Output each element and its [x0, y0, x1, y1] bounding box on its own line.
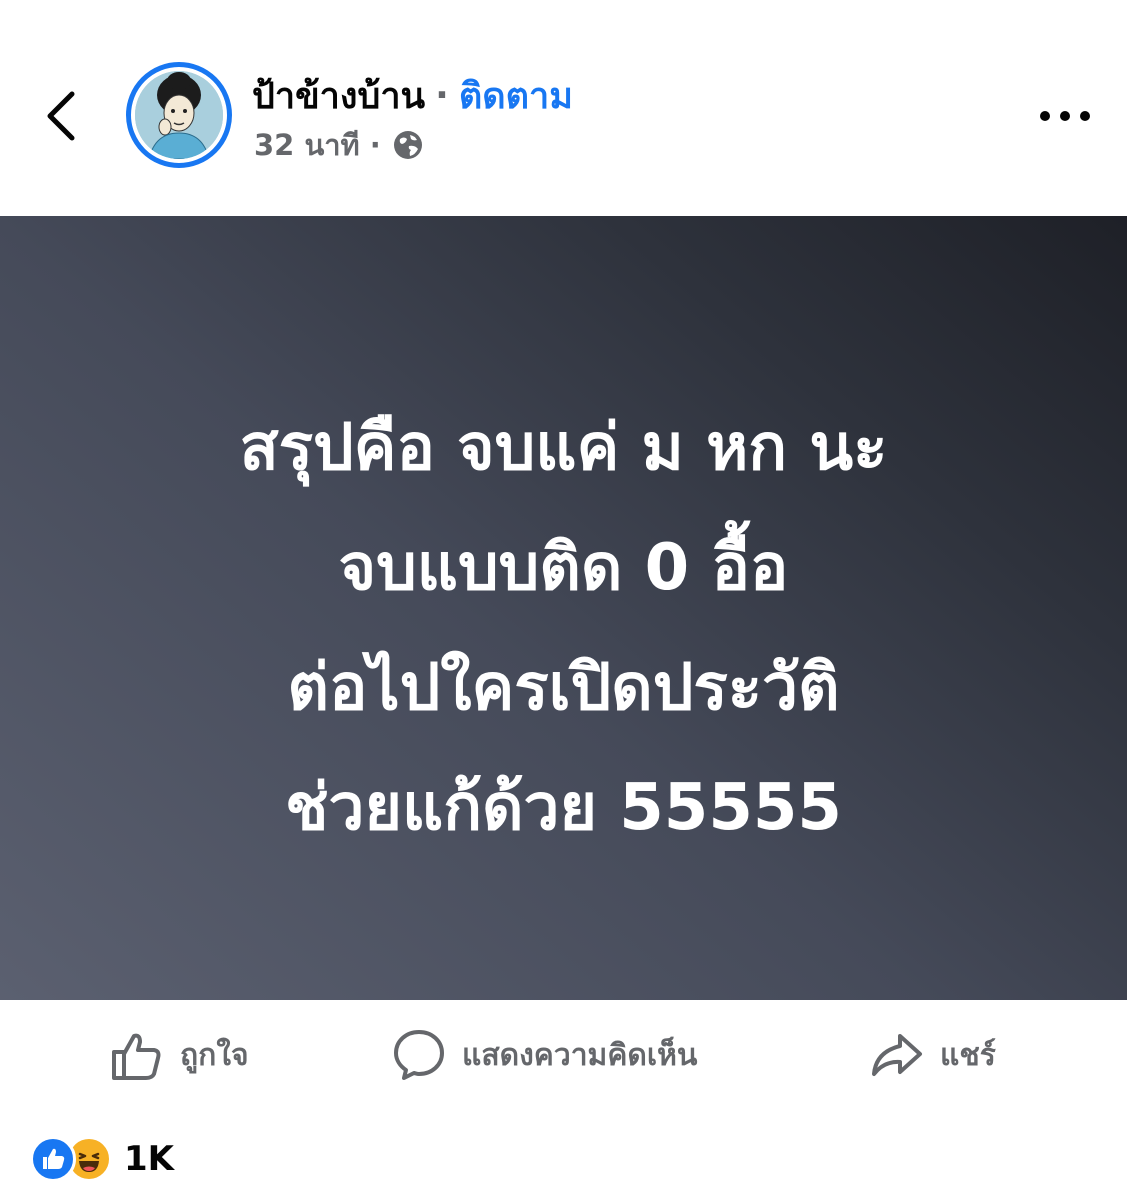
post-text-line: ต่อไปใครเปิดประวัติ [287, 651, 840, 725]
author-name[interactable]: ป้าข้างบ้าน [252, 67, 425, 124]
name-separator: · [435, 74, 449, 116]
share-arrow-icon [872, 1034, 922, 1076]
post-text-line: จบแบบติด 0 อื้อ [338, 531, 789, 605]
post-text-line: สรุปคือ จบแค่ ม หก นะ [239, 411, 888, 485]
post-header: ป้าข้างบ้าน · ติดตาม 32 นาที · [0, 0, 1127, 216]
share-label: แชร์ [940, 1037, 996, 1073]
meta-separator: · [369, 128, 381, 162]
comment-label: แสดงความคิดเห็น [462, 1037, 698, 1073]
post-text-content: สรุปคือ จบแค่ ม หก นะ จบแบบติด 0 อื้อ ต่… [0, 388, 1127, 868]
like-button[interactable]: ถูกใจ [110, 1022, 249, 1088]
post-timestamp[interactable]: 32 นาที [254, 122, 360, 168]
reaction-count: 1K [124, 1139, 175, 1179]
avatar[interactable] [126, 62, 232, 168]
more-horizontal-icon [1040, 111, 1090, 121]
share-button[interactable]: แชร์ [870, 1022, 996, 1088]
follow-button[interactable]: ติดตาม [459, 67, 573, 124]
post-text-line: ช่วยแก้ด้วย 55555 [285, 771, 842, 845]
like-reaction-icon [30, 1136, 76, 1182]
thumbs-up-icon [112, 1033, 161, 1080]
like-label: ถูกใจ [180, 1037, 249, 1073]
back-button[interactable] [38, 84, 88, 148]
author-line: ป้าข้างบ้าน · ติดตาม [252, 68, 573, 122]
post-action-bar: ถูกใจ แสดงความคิดเห็น แชร์ [0, 1000, 1127, 1110]
post-meta: 32 นาที · [254, 124, 425, 166]
comment-button[interactable]: แสดงความคิดเห็น [392, 1022, 697, 1088]
chevron-left-icon [47, 91, 75, 141]
more-options-button[interactable] [1036, 96, 1094, 136]
reactions-summary[interactable]: 1K [30, 1132, 174, 1186]
cartoon-woman-avatar-icon [135, 71, 223, 159]
globe-icon [393, 131, 422, 159]
avatar-image [135, 71, 223, 159]
comment-bubble-icon [394, 1030, 444, 1080]
